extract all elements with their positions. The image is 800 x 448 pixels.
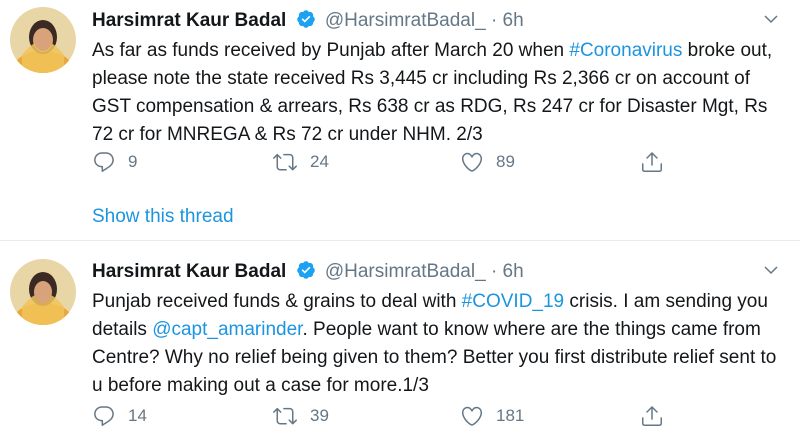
author-handle[interactable]: @HarsimratBadal_ — [325, 10, 486, 31]
author-handle[interactable]: @HarsimratBadal_ — [325, 261, 486, 282]
timestamp[interactable]: 6h — [503, 261, 524, 282]
like-icon — [460, 150, 484, 174]
tweet-text: Punjab received funds & grains to deal w… — [92, 288, 782, 400]
reply-count: 14 — [128, 406, 147, 425]
share-icon — [640, 150, 664, 174]
retweet-count: 24 — [310, 152, 329, 171]
timestamp[interactable]: 6h — [503, 10, 524, 31]
share-button[interactable] — [640, 404, 664, 428]
reply-icon — [92, 150, 116, 174]
reply-icon — [92, 404, 116, 428]
share-icon — [640, 404, 664, 428]
retweet-icon — [272, 150, 298, 174]
reply-count: 9 — [128, 152, 138, 171]
separator-dot: · — [490, 261, 498, 282]
tweet[interactable]: Harsimrat Kaur Badal @HarsimratBadal_ · … — [0, 0, 800, 241]
like-count: 89 — [496, 152, 515, 171]
tweet-text-segment: Punjab received funds & grains to deal w… — [92, 291, 462, 312]
like-count: 181 — [496, 406, 525, 425]
reply-button[interactable]: 9 — [92, 150, 137, 174]
tweet-text: As far as funds received by Punjab after… — [92, 37, 782, 149]
retweet-button[interactable]: 24 — [272, 150, 329, 174]
share-button[interactable] — [640, 150, 664, 174]
tweet-text-segment: As far as funds received by Punjab after… — [92, 40, 570, 61]
tweet-header: Harsimrat Kaur Badal @HarsimratBadal_ · … — [92, 260, 524, 287]
like-button[interactable]: 181 — [460, 404, 524, 428]
tweet-header: Harsimrat Kaur Badal @HarsimratBadal_ · … — [92, 9, 524, 36]
retweet-count: 39 — [310, 406, 329, 425]
tweet-actions: 9 24 89 — [92, 150, 692, 180]
reply-button[interactable]: 14 — [92, 404, 147, 428]
author-name[interactable]: Harsimrat Kaur Badal — [92, 10, 286, 31]
verified-badge-icon — [296, 9, 316, 36]
hashtag-link[interactable]: #Coronavirus — [569, 40, 682, 61]
tweet-actions: 14 39 181 — [92, 404, 692, 434]
separator-dot: · — [490, 10, 498, 31]
retweet-icon — [272, 404, 298, 428]
author-name[interactable]: Harsimrat Kaur Badal — [92, 261, 286, 282]
avatar[interactable] — [10, 7, 76, 73]
avatar[interactable] — [10, 259, 76, 325]
like-icon — [460, 404, 484, 428]
hashtag-link[interactable]: #COVID_19 — [462, 291, 564, 312]
mention-link[interactable]: @capt_amarinder — [152, 319, 302, 340]
verified-badge-icon — [296, 260, 316, 287]
chevron-down-icon[interactable] — [762, 10, 780, 33]
chevron-down-icon[interactable] — [762, 261, 780, 284]
show-thread-link[interactable]: Show this thread — [92, 206, 234, 228]
tweet[interactable]: Harsimrat Kaur Badal @HarsimratBadal_ · … — [0, 241, 800, 448]
retweet-button[interactable]: 39 — [272, 404, 329, 428]
like-button[interactable]: 89 — [460, 150, 515, 174]
